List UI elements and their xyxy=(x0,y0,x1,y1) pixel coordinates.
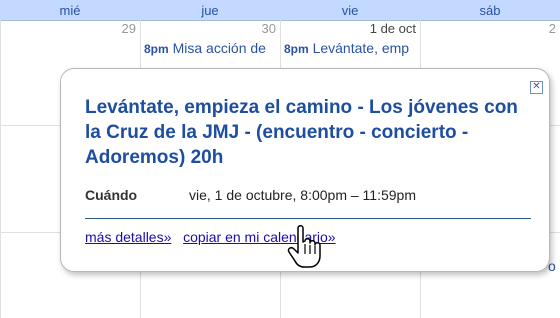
calendar-header: mié jue vie sáb xyxy=(0,0,560,21)
event-title: Levántate, emp xyxy=(312,40,410,56)
day-name-saturday: sáb xyxy=(479,3,501,18)
event-time: 8pm xyxy=(284,42,309,56)
date-cell-30[interactable]: 30 xyxy=(140,21,276,36)
grid-column xyxy=(0,20,1,318)
date-cell-29[interactable]: 29 xyxy=(0,21,136,36)
day-name-wednesday: mié xyxy=(59,3,81,18)
divider xyxy=(85,218,531,219)
hand-cursor-icon xyxy=(287,225,321,268)
calendar-event[interactable]: 8pm Levántate, emp xyxy=(284,40,420,56)
date-cell-oct-1[interactable]: 1 de oct xyxy=(280,21,416,36)
event-title: Misa acción de xyxy=(172,40,266,56)
close-icon[interactable]: ✕ xyxy=(530,81,543,94)
when-value: vie, 1 de octubre, 8:00pm – 11:59pm xyxy=(189,187,416,203)
calendar-event[interactable]: 8pm Misa acción de xyxy=(144,40,277,56)
when-label: Cuándo xyxy=(85,187,138,203)
day-name-friday: vie xyxy=(341,3,359,18)
event-title-heading: Levántate, empieza el camino - Los jóven… xyxy=(85,97,518,168)
day-name-thursday: jue xyxy=(201,3,219,18)
event-time: 8pm xyxy=(144,42,169,56)
date-cell-2[interactable]: 2 xyxy=(420,21,556,36)
more-details-link[interactable]: más detalles» xyxy=(85,229,171,245)
